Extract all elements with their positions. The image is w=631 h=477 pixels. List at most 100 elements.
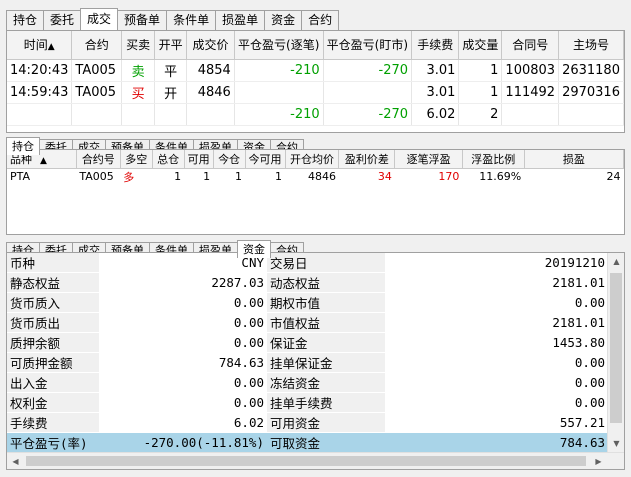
trades-col-header[interactable]: 开平 bbox=[154, 31, 188, 60]
positions-cell: 1 bbox=[275, 170, 283, 183]
header-label: 合约号 bbox=[81, 152, 115, 166]
scroll-down-arrow-icon[interactable]: ▼ bbox=[608, 435, 624, 452]
funds-label: 货币质入 bbox=[7, 292, 99, 313]
positions-col-header[interactable]: 盈利价差 bbox=[338, 150, 396, 169]
trades-col-header[interactable]: 成交量 bbox=[458, 31, 503, 60]
trades-cell: 买 bbox=[121, 81, 156, 104]
header-label: 总仓 bbox=[157, 152, 180, 166]
positions-cell: 170 bbox=[438, 170, 460, 183]
trades-col-header[interactable]: 时间▲ bbox=[7, 31, 73, 60]
positions-panel: 品种 ▲ 合约号 多空 总仓 可用 今仓 今可用 开仓均价 盈利价差 逐笔浮盈 浮盈比例 损盈 PTA T… bbox=[6, 149, 625, 235]
trades-cell: 1 bbox=[458, 59, 503, 82]
bottom-tab-6[interactable]: 资金 bbox=[237, 240, 271, 258]
trades-cell: 14:20:43 bbox=[7, 59, 73, 82]
funds-value: 0.00 bbox=[385, 292, 608, 313]
trades-cell: TA005 bbox=[71, 59, 122, 82]
scroll-up-arrow-icon[interactable]: ▲ bbox=[608, 253, 624, 270]
funds-label: 平仓盈亏(率) bbox=[7, 432, 99, 453]
positions-col-header[interactable]: 今可用 bbox=[245, 150, 286, 169]
top-tab-5[interactable]: 损盈单 bbox=[215, 10, 266, 30]
funds-row[interactable]: 质押余额 0.00 保证金 1453.80 bbox=[7, 332, 608, 353]
trades-cell: 4854 bbox=[186, 59, 235, 82]
positions-col-header[interactable]: 总仓 bbox=[152, 150, 185, 169]
funds-value: 1453.80 bbox=[385, 332, 608, 353]
funds-row[interactable]: 币种 CNY 交易日 20191210 bbox=[7, 253, 608, 273]
positions-col-header[interactable]: 可用 bbox=[184, 150, 214, 169]
trade-row[interactable]: 14:59:43 TA005 买开 4846 3.01 1 111492 2970316 bbox=[7, 81, 624, 104]
trades-totals-row[interactable]: -210 -270 6.02 2 bbox=[7, 103, 624, 126]
trades-cell: 2970316 bbox=[558, 81, 624, 104]
funds-value: 2287.03 bbox=[99, 272, 267, 293]
funds-row[interactable]: 货币质入 0.00 期权市值 0.00 bbox=[7, 292, 608, 313]
positions-table: 品种 ▲ 合约号 多空 总仓 可用 今仓 今可用 开仓均价 盈利价差 逐笔浮盈 浮盈比例 损盈 PTA T… bbox=[7, 150, 624, 185]
trades-col-header[interactable]: 买卖 bbox=[121, 31, 156, 60]
funds-label: 期权市值 bbox=[267, 292, 385, 313]
trades-col-header[interactable]: 手续费 bbox=[411, 31, 460, 60]
funds-value: 0.00 bbox=[99, 392, 267, 413]
top-tab-3[interactable]: 预备单 bbox=[117, 10, 168, 30]
position-row[interactable]: PTA TA005 多 1 1 1 1 4846 34 170 11.69% 24 bbox=[7, 168, 624, 185]
top-tab-0[interactable]: 持仓 bbox=[6, 10, 45, 30]
top-tab-2[interactable]: 成交 bbox=[80, 8, 119, 30]
funds-value: 784.63 bbox=[99, 352, 267, 373]
trades-cell bbox=[234, 81, 324, 104]
header-label: 开平 bbox=[158, 38, 183, 53]
top-tab-7[interactable]: 合约 bbox=[301, 10, 340, 30]
scroll-thumb[interactable] bbox=[610, 273, 622, 423]
positions-col-header[interactable]: 开仓均价 bbox=[285, 150, 340, 169]
funds-label: 挂单保证金 bbox=[267, 352, 385, 373]
header-label: 手续费 bbox=[417, 38, 454, 53]
funds-value: 0.00 bbox=[99, 312, 267, 333]
positions-col-header[interactable]: 损盈 bbox=[524, 150, 624, 169]
funds-vertical-scrollbar[interactable]: ▲ ▼ bbox=[607, 253, 624, 469]
trades-cell bbox=[7, 103, 73, 126]
scroll-left-arrow-icon[interactable]: ◀ bbox=[7, 453, 24, 469]
funds-label: 权利金 bbox=[7, 392, 99, 413]
trades-col-header[interactable]: 合同号 bbox=[501, 31, 560, 60]
trades-col-header[interactable]: 主场号 bbox=[558, 31, 624, 60]
trade-row[interactable]: 14:20:43 TA005 卖平 4854 -210 -270 3.01 1 100803 26… bbox=[7, 59, 624, 82]
header-label: 今仓 bbox=[218, 152, 241, 166]
funds-value: 784.63 bbox=[385, 432, 608, 453]
funds-row[interactable]: 静态权益 2287.03 动态权益 2181.01 bbox=[7, 272, 608, 293]
trades-col-header[interactable]: 合约 bbox=[71, 31, 122, 60]
mid-tab-0[interactable]: 持仓 bbox=[6, 137, 40, 155]
funds-label: 出入金 bbox=[7, 372, 99, 393]
header-label: 合约 bbox=[84, 38, 109, 53]
funds-row[interactable]: 平仓盈亏(率) -270.00(-11.81%) 可取资金 784.63 bbox=[7, 432, 608, 453]
funds-label: 冻结资金 bbox=[267, 372, 385, 393]
positions-col-header[interactable]: 今仓 bbox=[213, 150, 246, 169]
top-tab-6[interactable]: 资金 bbox=[264, 10, 303, 30]
positions-cell: PTA bbox=[10, 170, 31, 183]
funds-row[interactable]: 权利金 0.00 挂单手续费 0.00 bbox=[7, 392, 608, 413]
positions-cell: 1 bbox=[235, 170, 243, 183]
funds-horizontal-scrollbar[interactable]: ◀ ▶ bbox=[7, 452, 624, 469]
funds-row[interactable]: 手续费 6.02 可用资金 557.21 bbox=[7, 412, 608, 433]
positions-cell: 1 bbox=[203, 170, 211, 183]
trades-cell: -210 bbox=[234, 59, 324, 82]
funds-row[interactable]: 货币质出 0.00 市值权益 2181.01 bbox=[7, 312, 608, 333]
trades-col-header[interactable]: 平仓盈亏(盯市) bbox=[323, 31, 413, 60]
trades-cell: 111492 bbox=[501, 81, 560, 104]
positions-col-header[interactable]: 浮盈比例 bbox=[462, 150, 525, 169]
funds-value: 557.21 bbox=[385, 412, 608, 433]
positions-cell: 多 bbox=[123, 170, 135, 184]
header-label: 今可用 bbox=[248, 152, 282, 166]
funds-row[interactable]: 可质押金额 784.63 挂单保证金 0.00 bbox=[7, 352, 608, 373]
top-tab-4[interactable]: 条件单 bbox=[166, 10, 217, 30]
hscroll-thumb[interactable] bbox=[26, 456, 586, 466]
funds-value: -270.00(-11.81%) bbox=[99, 432, 267, 453]
scroll-right-arrow-icon[interactable]: ▶ bbox=[590, 453, 607, 469]
funds-label: 可质押金额 bbox=[7, 352, 99, 373]
positions-col-header[interactable]: 逐笔浮盈 bbox=[394, 150, 463, 169]
trades-col-header[interactable]: 平仓盈亏(逐笔) bbox=[234, 31, 324, 60]
funds-row[interactable]: 出入金 0.00 冻结资金 0.00 bbox=[7, 372, 608, 393]
positions-cell: TA005 bbox=[79, 170, 114, 183]
trades-cell: 1 bbox=[458, 81, 503, 104]
funds-label: 市值权益 bbox=[267, 312, 385, 333]
positions-col-header[interactable]: 多空 bbox=[120, 150, 153, 169]
positions-col-header[interactable]: 合约号 bbox=[76, 150, 121, 169]
top-tab-1[interactable]: 委托 bbox=[43, 10, 82, 30]
funds-value: 20191210 bbox=[385, 253, 608, 273]
trades-col-header[interactable]: 成交价 bbox=[186, 31, 235, 60]
